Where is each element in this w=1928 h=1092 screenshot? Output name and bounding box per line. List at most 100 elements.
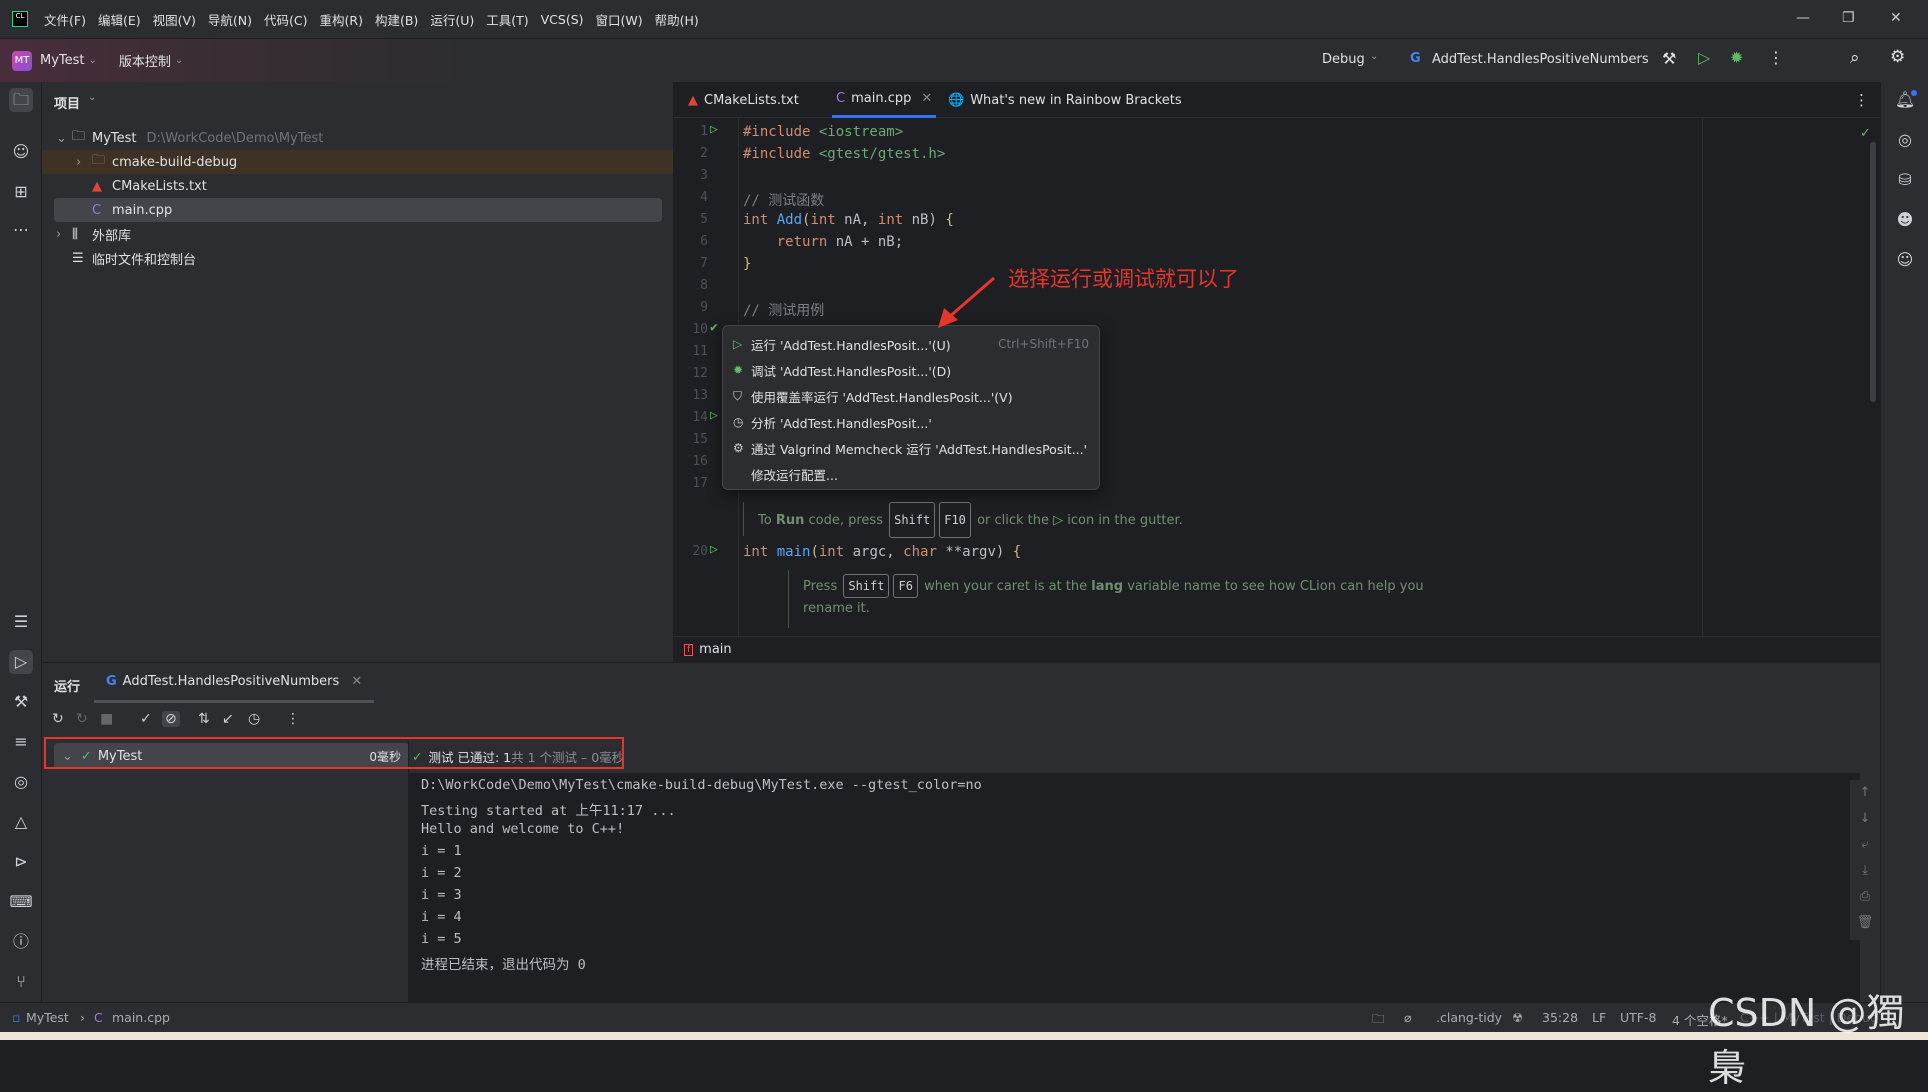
menu-view[interactable]: 视图(V) xyxy=(153,10,196,29)
gutter-run-icon[interactable]: ▷ xyxy=(710,408,718,423)
caret-position[interactable]: 35:28 xyxy=(1542,1010,1578,1025)
line-separator[interactable]: LF xyxy=(1592,1010,1606,1025)
terminal-icon[interactable]: ⌨ xyxy=(9,890,33,914)
structure-icon[interactable]: ⊞ xyxy=(9,180,33,204)
show-ignored-icon[interactable]: ⊘ xyxy=(162,711,180,727)
more-icon[interactable]: ⋮ xyxy=(1768,48,1784,67)
menu-item-run[interactable]: ▷ 运行 'AddTest.HandlesPosit...'(U) Ctrl+Shi… xyxy=(733,332,1089,356)
menu-edit[interactable]: 编辑(E) xyxy=(98,10,141,29)
no-ai-icon[interactable]: ⌀ xyxy=(1404,1010,1412,1025)
scroll-down-icon[interactable]: ↓ xyxy=(1850,806,1880,832)
inspection-off-icon[interactable]: ☢ xyxy=(1512,1010,1523,1025)
tree-root-mytest[interactable]: ⌄ 🗀 MyTest D:\WorkCode\Demo\MyTest xyxy=(56,126,676,150)
gear-icon[interactable]: ⚙ xyxy=(1890,47,1905,67)
build-hammer-icon[interactable]: ⚒ xyxy=(1662,49,1676,68)
history-icon[interactable]: ◷ xyxy=(248,711,260,727)
console-output[interactable]: D:\WorkCode\Demo\MyTest\cmake-build-debu… xyxy=(408,773,1860,1002)
sort-icon[interactable]: ⇅ xyxy=(198,711,210,727)
google-test-icon: G xyxy=(106,674,117,689)
folder-icon[interactable]: 🗀 xyxy=(1372,1010,1385,1031)
copilot-icon[interactable]: ☻ xyxy=(1893,210,1917,229)
learn-icon[interactable]: ☺ xyxy=(9,140,33,164)
close-window-button[interactable]: ✕ xyxy=(1890,10,1902,26)
menu-item-profile[interactable]: ◷ 分析 'AddTest.HandlesPosit...' xyxy=(733,410,1089,434)
run-tab[interactable]: G AddTest.HandlesPositiveNumbers ✕ xyxy=(94,663,375,703)
soft-wrap-icon[interactable]: ⤶ xyxy=(1850,832,1880,858)
vcs-selector[interactable]: 版本控制 xyxy=(119,51,171,70)
problems-icon[interactable]: ⓘ xyxy=(9,930,33,954)
project-badge: MT xyxy=(12,50,32,71)
collapse-icon[interactable]: ↙ xyxy=(222,711,234,727)
more-icon[interactable]: ⋮ xyxy=(286,711,300,727)
show-passed-icon[interactable]: ✓ xyxy=(140,711,152,727)
menu-refactor[interactable]: 重构(R) xyxy=(320,10,363,29)
menu-vcs[interactable]: VCS(S) xyxy=(541,12,584,27)
menu-item-debug[interactable]: ✹ 调试 'AddTest.HandlesPosit...'(D) xyxy=(733,358,1089,382)
gutter-run-icon[interactable]: ▷ xyxy=(710,122,718,137)
tree-item-scratches[interactable]: ☰ 临时文件和控制台 xyxy=(72,246,692,270)
close-tab-icon[interactable]: ✕ xyxy=(351,674,362,689)
git-icon[interactable]: ⑂ xyxy=(9,970,33,994)
run-icon[interactable]: ▷ xyxy=(1698,48,1710,67)
menu-item-coverage[interactable]: ⛉ 使用覆盖率运行 'AddTest.HandlesPosit...'(V) xyxy=(733,384,1089,408)
gutter-test-passed-icon[interactable]: ✔ xyxy=(710,320,718,335)
run-tool-icon[interactable]: ▷ xyxy=(9,650,33,674)
ai-assistant-icon[interactable]: ◎ xyxy=(1893,130,1917,149)
menu-file[interactable]: 文件(F) xyxy=(44,10,86,29)
restore-button[interactable]: ❐ xyxy=(1842,10,1855,26)
line-number: 10 xyxy=(692,322,708,337)
tab-options-icon[interactable]: ⋮ xyxy=(1854,91,1869,109)
services-icon[interactable]: ☰ xyxy=(9,610,33,634)
tab-cmakelists[interactable]: ▲ CMakeLists.txt xyxy=(688,82,799,118)
file-encoding[interactable]: UTF-8 xyxy=(1620,1010,1656,1025)
status-breadcrumb-file[interactable]: main.cpp xyxy=(112,1010,170,1025)
todo-icon[interactable]: ≡ xyxy=(9,730,33,754)
build-icon[interactable]: ⚒ xyxy=(9,690,33,714)
clang-tidy-status[interactable]: .clang-tidy xyxy=(1436,1010,1502,1025)
search-icon[interactable]: ⌕ xyxy=(1850,48,1860,68)
tab-main-cpp[interactable]: Cmain.cpp ✕ xyxy=(832,82,937,118)
tree-item-cmakelists[interactable]: ▲ CMakeLists.txt xyxy=(92,174,712,198)
status-breadcrumb-project[interactable]: MyTest xyxy=(26,1010,69,1025)
cmake-icon[interactable]: ◎ xyxy=(9,770,33,794)
notification-dot xyxy=(1911,90,1917,96)
rerun-failed-icon[interactable]: ↻ xyxy=(76,711,88,727)
scroll-up-icon[interactable]: ↑ xyxy=(1850,780,1880,806)
tree-item-cmake-build-debug[interactable]: › 🗀 cmake-build-debug xyxy=(42,150,673,174)
menu-build[interactable]: 构建(B) xyxy=(375,10,418,29)
menu-run[interactable]: 运行(U) xyxy=(430,10,474,29)
cmake-triangle-icon[interactable]: △ xyxy=(9,810,33,834)
minimize-button[interactable]: — xyxy=(1796,10,1810,26)
services-run-icon[interactable]: ⊳ xyxy=(9,850,33,874)
menu-tools[interactable]: 工具(T) xyxy=(486,10,528,29)
rerun-icon[interactable]: ↻ xyxy=(52,711,64,727)
breadcrumb-item[interactable]: main xyxy=(699,642,731,657)
menu-navigate[interactable]: 导航(N) xyxy=(208,10,252,29)
database-icon[interactable]: ⛁ xyxy=(1893,170,1917,189)
tab-whats-new[interactable]: 🌐 What's new in Rainbow Brackets xyxy=(948,82,1182,118)
copilot-chat-icon[interactable]: ☺ xyxy=(1893,250,1917,269)
project-selector[interactable]: MyTest xyxy=(40,53,85,68)
tree-item-external-libraries[interactable]: › ⫼ 外部库 xyxy=(56,222,676,246)
menu-item-modify-config[interactable]: 修改运行配置... xyxy=(733,462,1089,486)
project-panel-title[interactable]: 项目 xyxy=(54,93,80,112)
menu-window[interactable]: 窗口(W) xyxy=(596,10,643,29)
project-folder-icon[interactable]: 🗀 xyxy=(9,88,33,112)
build-config-selector[interactable]: Debug xyxy=(1322,52,1365,67)
coverage-icon: ⛉ xyxy=(733,388,743,403)
editor-scrollbar[interactable] xyxy=(1870,142,1876,402)
tree-item-main-cpp[interactable]: C main.cpp xyxy=(54,198,662,222)
menu-help[interactable]: 帮助(H) xyxy=(655,10,699,29)
gutter-run-icon[interactable]: ▷ xyxy=(710,542,718,557)
menu-item-valgrind[interactable]: ⚙ 通过 Valgrind Memcheck 运行 'AddTest.Handle… xyxy=(733,436,1089,460)
stop-icon[interactable]: ■ xyxy=(100,711,113,727)
close-tab-icon[interactable]: ✕ xyxy=(921,91,932,106)
run-config-selector[interactable]: AddTest.HandlesPositiveNumbers xyxy=(1432,52,1649,67)
scroll-to-end-icon[interactable]: ⤓ xyxy=(1850,858,1880,884)
debug-bug-icon[interactable]: ✹ xyxy=(1730,48,1743,67)
trash-icon[interactable]: 🗑 xyxy=(1850,910,1880,936)
print-icon[interactable]: ⎙ xyxy=(1850,884,1880,910)
code-line-7: } xyxy=(743,256,752,272)
more-tools-icon[interactable]: ⋯ xyxy=(9,218,33,242)
menu-code[interactable]: 代码(C) xyxy=(264,10,307,29)
